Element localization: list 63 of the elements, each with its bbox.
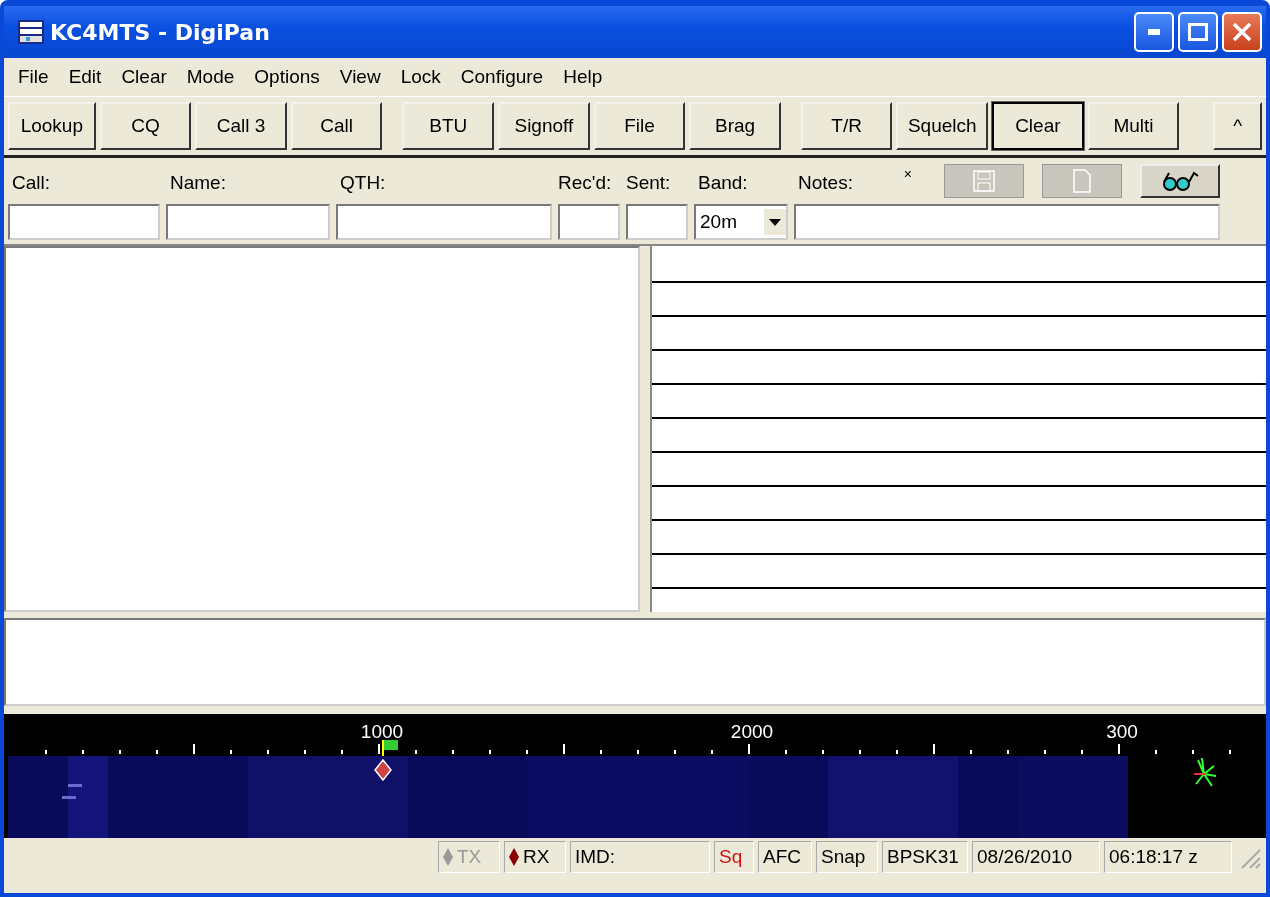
toolbar-button[interactable]: CQ — [99, 102, 192, 150]
toolbar-button[interactable]: Brag — [689, 102, 781, 150]
document-icon — [1072, 169, 1092, 193]
status-cell: Sq — [714, 841, 754, 873]
menu-item[interactable]: Mode — [178, 66, 247, 88]
menu-item[interactable]: Clear — [113, 66, 179, 88]
field-label: Notes: — [797, 172, 853, 194]
field-label: Sent: — [626, 172, 671, 194]
status-cell: TX — [438, 841, 500, 873]
menu-item[interactable]: File — [10, 66, 61, 88]
input-field[interactable] — [336, 204, 552, 240]
close-button[interactable] — [1222, 12, 1262, 52]
input-field[interactable] — [794, 204, 1220, 240]
input-field[interactable] — [626, 204, 688, 240]
scale-label: 1000 — [360, 721, 404, 742]
status-cell: Snap — [816, 841, 878, 873]
toolbar-button[interactable]: Squelch — [896, 102, 989, 150]
input-field[interactable] — [8, 204, 160, 240]
status-cell: 06:18:17 z — [1104, 841, 1232, 873]
maximize-button[interactable] — [1178, 12, 1218, 52]
scale-label: 2000 — [730, 721, 774, 742]
menu-item[interactable]: Lock — [392, 66, 453, 88]
app-icon — [18, 20, 44, 44]
field-label: Name: — [169, 172, 226, 194]
status-cell: IMD: — [570, 841, 710, 873]
input-field[interactable] — [558, 204, 620, 240]
maximize-icon — [1188, 23, 1208, 41]
field-label: QTH: — [339, 172, 386, 194]
minimize-button[interactable] — [1134, 12, 1174, 52]
menu-item[interactable]: Edit — [60, 66, 114, 88]
lookup-button[interactable] — [1140, 164, 1220, 198]
toolbar-button[interactable]: Call — [290, 102, 383, 150]
field-label: Call: — [11, 172, 50, 194]
flag-icon — [382, 740, 398, 756]
menu-item[interactable]: Help — [555, 66, 615, 88]
toolbar-button[interactable]: File — [593, 102, 686, 150]
toolbar-button[interactable]: Signoff — [498, 102, 590, 150]
field-label: Band: — [697, 172, 748, 194]
toolbar-button[interactable]: Clear — [992, 102, 1084, 150]
toolbar-button[interactable]: Lookup — [8, 102, 96, 150]
menu-item[interactable]: Configure — [452, 66, 556, 88]
glasses-icon — [1161, 170, 1199, 192]
toolbar-button[interactable]: BTU — [402, 102, 495, 150]
input-field[interactable] — [166, 204, 330, 240]
close-icon — [1232, 22, 1252, 42]
toolbar-button[interactable]: ^ — [1213, 102, 1262, 150]
status-cell: BPSK31 — [882, 841, 968, 873]
field-label: Rec'd: — [558, 172, 612, 194]
menu-item[interactable]: View — [331, 66, 393, 88]
phase-scope-icon — [1193, 757, 1217, 787]
scale-label: 300 — [1106, 721, 1138, 742]
toolbar-button[interactable]: Call 3 — [195, 102, 287, 150]
status-cell: AFC — [758, 841, 812, 873]
menu-item[interactable]: Options — [246, 66, 332, 88]
diamond-marker-icon — [374, 758, 392, 782]
status-cell: 08/26/2010 — [972, 841, 1100, 873]
minimize-icon — [1148, 29, 1160, 35]
band-dropdown[interactable]: 20m — [694, 204, 788, 240]
toolbar-button[interactable]: Multi — [1087, 102, 1180, 150]
window-title: KC4MTS - DigiPan — [50, 19, 270, 45]
modified-mark: × — [903, 166, 912, 182]
toolbar-button[interactable]: T/R — [800, 102, 893, 150]
status-cell: RX — [504, 841, 566, 873]
